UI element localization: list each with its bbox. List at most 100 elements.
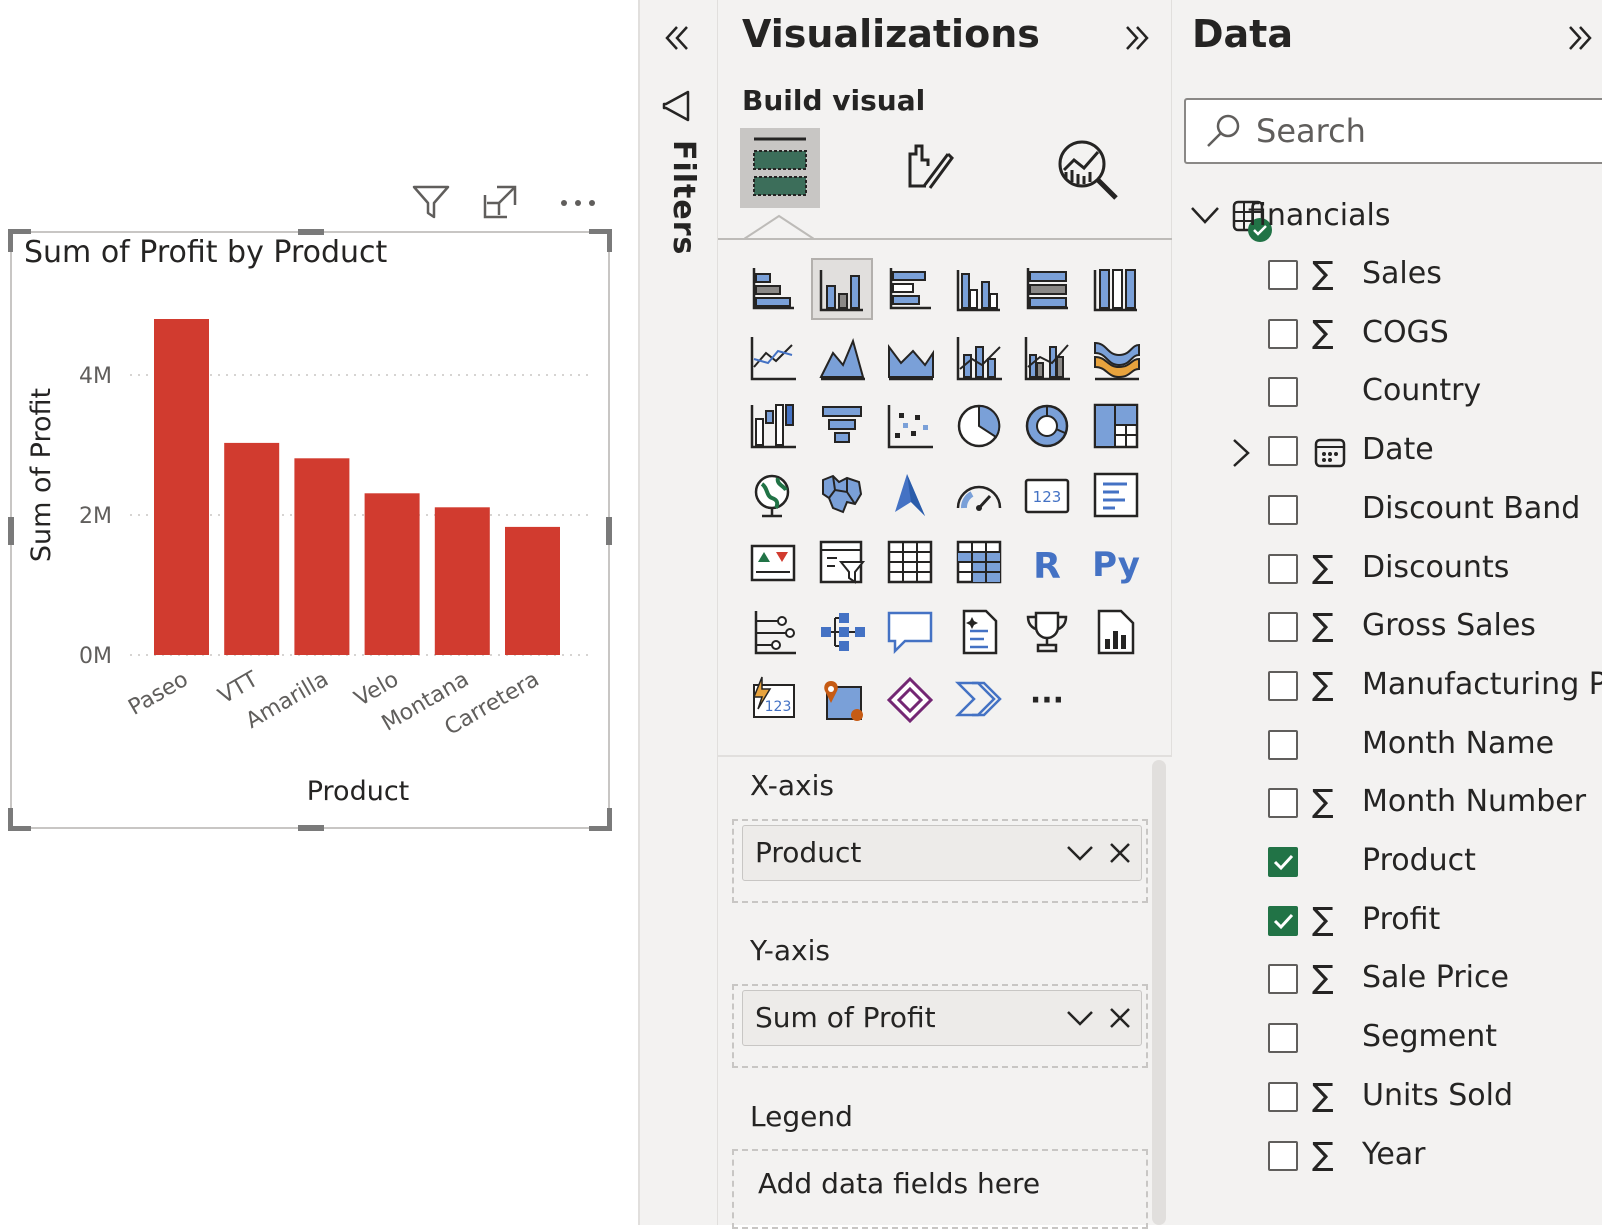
arcgis-map-icon[interactable] (811, 669, 873, 731)
x-axis-well[interactable]: Product (732, 819, 1148, 903)
chevron-down-icon[interactable] (1063, 1001, 1097, 1035)
remove-field-icon[interactable] (1103, 1001, 1137, 1035)
ribbon-chart-icon[interactable] (1085, 327, 1147, 389)
line-and-clustered-column-chart-icon[interactable] (1016, 327, 1078, 389)
field-checkbox[interactable] (1268, 1140, 1298, 1171)
analytics-tab[interactable] (1048, 128, 1128, 208)
focus-mode-icon[interactable] (476, 178, 524, 226)
x-axis-field-pill[interactable]: Product (742, 825, 1142, 881)
more-visuals-icon[interactable]: ··· (1016, 669, 1078, 731)
visualizations-scrollbar[interactable] (1152, 760, 1166, 1225)
field-row-segment[interactable]: Segment (1172, 1011, 1602, 1069)
line-chart-icon[interactable] (742, 327, 804, 389)
stacked-column-chart-icon[interactable] (810, 258, 873, 320)
bar[interactable] (505, 526, 560, 655)
smart-narrative-icon[interactable] (948, 601, 1010, 663)
field-row-month-name[interactable]: Month Name (1172, 718, 1602, 776)
field-checkbox[interactable] (1268, 553, 1298, 584)
area-chart-icon[interactable] (811, 327, 873, 389)
field-checkbox[interactable] (1268, 436, 1298, 467)
build-visual-tab[interactable] (740, 128, 820, 208)
field-checkbox[interactable] (1268, 788, 1298, 819)
field-row-month-number[interactable]: ∑ Month Number (1172, 776, 1602, 834)
field-row-manufacturing-p[interactable]: ∑ Manufacturing P... (1172, 659, 1602, 717)
scatter-chart-icon[interactable] (879, 395, 941, 457)
y-axis-field-pill[interactable]: Sum of Profit (742, 990, 1142, 1046)
format-visual-tab[interactable] (888, 128, 968, 208)
bar[interactable] (434, 507, 490, 655)
funnel-chart-icon[interactable] (811, 395, 873, 457)
field-checkbox[interactable] (1268, 964, 1298, 995)
field-row-units-sold[interactable]: ∑ Units Sold (1172, 1070, 1602, 1128)
filter-icon[interactable] (407, 178, 455, 226)
power-apps-icon[interactable] (879, 669, 941, 731)
power-apps-card-icon[interactable]: 123 (742, 669, 804, 731)
search-box[interactable] (1184, 98, 1602, 164)
clustered-column-chart-icon[interactable] (948, 258, 1010, 320)
collapse-data-icon[interactable] (1564, 14, 1602, 62)
field-checkbox[interactable] (1268, 377, 1298, 408)
chevron-down-icon[interactable] (1063, 836, 1097, 870)
donut-chart-icon[interactable] (1016, 395, 1078, 457)
matrix-icon[interactable] (948, 532, 1010, 594)
paginated-report-icon[interactable] (1085, 601, 1147, 663)
stacked-bar-chart-icon[interactable] (742, 258, 804, 320)
waterfall-chart-icon[interactable] (742, 395, 804, 457)
field-row-discounts[interactable]: ∑ Discounts (1172, 542, 1602, 600)
python-visual-icon[interactable]: Py (1085, 532, 1147, 594)
field-row-sales[interactable]: ∑ Sales (1172, 248, 1602, 306)
map-icon[interactable] (742, 464, 804, 526)
field-row-year[interactable]: ∑ Year (1172, 1129, 1602, 1187)
field-checkbox[interactable] (1268, 670, 1298, 701)
more-options-icon[interactable] (554, 178, 602, 226)
metrics-trophy-icon[interactable] (1016, 601, 1078, 663)
filled-map-icon[interactable] (811, 464, 873, 526)
field-row-gross-sales[interactable]: ∑ Gross Sales (1172, 600, 1602, 658)
field-row-discount-band[interactable]: Discount Band (1172, 483, 1602, 541)
expand-filters-icon[interactable] (652, 14, 700, 62)
field-row-cogs[interactable]: ∑ COGS (1172, 307, 1602, 365)
table-icon[interactable] (879, 532, 941, 594)
multi-row-card-icon[interactable] (1085, 464, 1147, 526)
chevron-down-icon[interactable] (1190, 204, 1220, 230)
field-row-date[interactable]: Date (1172, 424, 1602, 482)
filters-pane-collapsed[interactable]: Filters (638, 0, 718, 1225)
power-automate-icon[interactable] (948, 669, 1010, 731)
bar[interactable] (224, 442, 280, 655)
field-row-profit[interactable]: ∑ Profit (1172, 894, 1602, 952)
field-checkbox[interactable] (1268, 1081, 1298, 1112)
r-script-visual-icon[interactable]: R (1016, 532, 1078, 594)
100-stacked-bar-chart-icon[interactable] (1016, 258, 1078, 320)
gauge-icon[interactable] (948, 464, 1010, 526)
chevron-right-icon[interactable] (1230, 438, 1252, 472)
bar[interactable] (294, 458, 350, 655)
pie-chart-icon[interactable] (948, 395, 1010, 457)
key-influencers-icon[interactable] (742, 601, 804, 663)
field-checkbox[interactable] (1268, 729, 1298, 760)
field-checkbox[interactable] (1268, 1023, 1298, 1054)
bar[interactable] (364, 493, 420, 655)
field-checkbox[interactable] (1268, 494, 1298, 525)
qa-icon[interactable] (879, 601, 941, 663)
field-row-country[interactable]: Country (1172, 365, 1602, 423)
collapse-visualizations-icon[interactable] (1114, 14, 1162, 62)
remove-field-icon[interactable] (1103, 836, 1137, 870)
field-checkbox[interactable] (1268, 612, 1298, 643)
kpi-icon[interactable] (742, 532, 804, 594)
field-row-sale-price[interactable]: ∑ Sale Price (1172, 952, 1602, 1010)
line-and-stacked-column-chart-icon[interactable] (948, 327, 1010, 389)
field-row-product[interactable]: Product (1172, 835, 1602, 893)
100-stacked-column-chart-icon[interactable] (1085, 258, 1147, 320)
treemap-icon[interactable] (1085, 395, 1147, 457)
clustered-bar-chart-icon[interactable] (879, 258, 941, 320)
card-icon[interactable]: 123 (1016, 464, 1078, 526)
field-checkbox[interactable] (1268, 318, 1298, 349)
table-row-financials[interactable]: financials (1172, 190, 1602, 248)
field-checkbox[interactable] (1268, 260, 1298, 290)
search-input[interactable] (1254, 108, 1598, 154)
clustered-column-chart-visual[interactable]: Sum of Profit by Product 0M 2M 4M Paseo VTT A… (8, 229, 612, 831)
filters-label[interactable]: Filters (666, 140, 701, 255)
azure-map-icon[interactable] (879, 464, 941, 526)
legend-well[interactable]: Add data fields here (732, 1149, 1148, 1229)
bar[interactable] (154, 319, 209, 655)
